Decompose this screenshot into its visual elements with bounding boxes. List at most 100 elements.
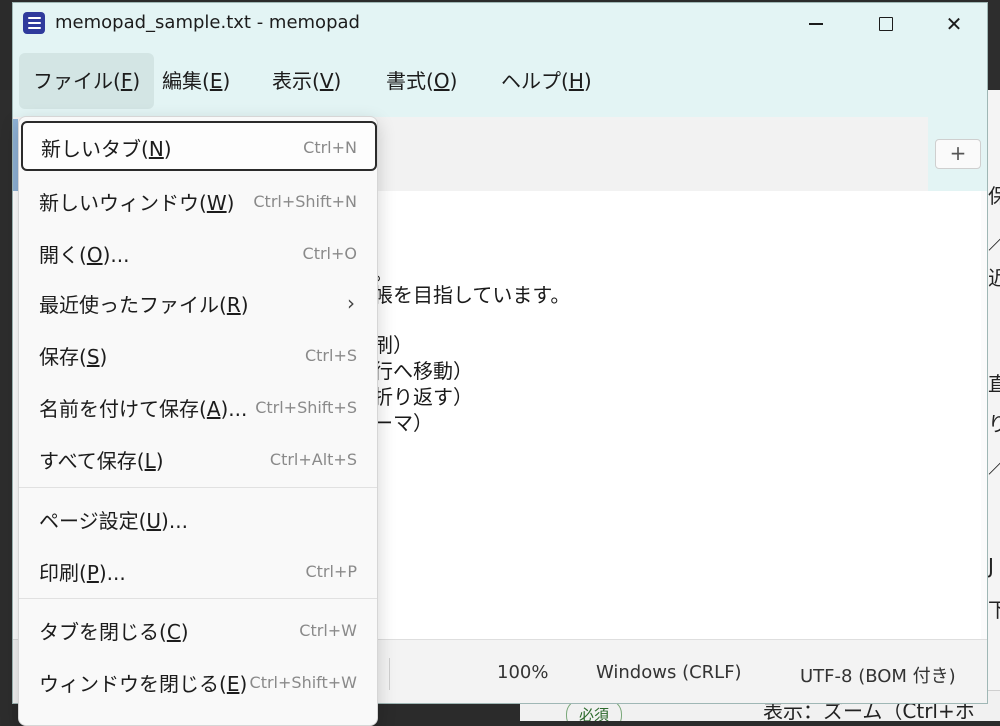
menu-item-shortcut: Ctrl+Shift+W bbox=[249, 673, 357, 692]
title-bar[interactable]: memopad_sample.txt - memopad ✕ bbox=[13, 3, 987, 45]
background-text: J bbox=[988, 554, 994, 578]
menu-separator bbox=[19, 487, 377, 488]
minimize-icon bbox=[809, 23, 823, 25]
menu-item-accesskey: N bbox=[148, 137, 164, 161]
status-zoom[interactable]: 100% bbox=[497, 662, 548, 683]
menu-item-page-setup[interactable]: ページ設定(U)... bbox=[19, 493, 377, 543]
status-line-ending[interactable]: Windows (CRLF) bbox=[596, 662, 742, 683]
menu-format[interactable]: 書式(O) bbox=[372, 53, 471, 109]
menu-separator bbox=[19, 598, 377, 599]
menu-item-accesskey: L bbox=[144, 449, 156, 473]
menu-item-accesskey: E bbox=[226, 672, 240, 696]
menu-item-text-tail: ) bbox=[180, 620, 189, 644]
menu-item-close-window[interactable]: ウィンドウを閉じる(E) Ctrl+Shift+W bbox=[19, 656, 377, 706]
plus-icon: + bbox=[949, 141, 967, 165]
menu-item-accesskey: C bbox=[166, 620, 181, 644]
menu-item-shortcut: Ctrl+N bbox=[303, 138, 357, 157]
menu-help-accesskey: H bbox=[568, 69, 584, 93]
menu-edit-accesskey: E bbox=[209, 69, 223, 93]
menu-item-save-as[interactable]: 名前を付けて保存(A)... Ctrl+Shift+S bbox=[19, 381, 377, 431]
vertical-scrollbar[interactable] bbox=[981, 191, 987, 639]
menu-format-accesskey: O bbox=[433, 69, 450, 93]
menu-item-text: ウィンドウを閉じる( bbox=[39, 672, 227, 696]
menu-item-text-tail: ) bbox=[226, 191, 235, 215]
status-separator bbox=[389, 658, 390, 690]
menu-item-recent-files[interactable]: 最近使ったファイル(R) › bbox=[19, 277, 377, 327]
menu-file-label: ファイル( bbox=[33, 69, 121, 93]
menu-format-label-tail: ) bbox=[449, 69, 458, 93]
new-tab-button[interactable]: + bbox=[935, 139, 981, 169]
menu-item-accesskey: R bbox=[226, 293, 241, 317]
menu-item-new-window[interactable]: 新しいウィンドウ(W) Ctrl+Shift+N bbox=[19, 175, 377, 225]
menu-item-text-tail: ) bbox=[239, 672, 248, 696]
minimize-button[interactable] bbox=[781, 3, 851, 45]
menu-item-text: 新しいタブ( bbox=[41, 137, 149, 161]
menu-item-shortcut: Ctrl+Alt+S bbox=[269, 450, 357, 469]
menu-item-text: 開く( bbox=[39, 243, 87, 267]
menu-item-label: 印刷(P)... bbox=[39, 557, 126, 586]
menu-item-label: 名前を付けて保存(A)... bbox=[39, 393, 247, 422]
menu-item-accesskey: P bbox=[86, 561, 99, 585]
menu-item-text-tail: )... bbox=[98, 561, 126, 585]
menu-item-label: ウィンドウを閉じる(E) bbox=[39, 668, 247, 697]
background-window-right: 保 ／ 近 直 り ／ J 下 bbox=[988, 0, 1000, 720]
menu-item-new-tab[interactable]: 新しいタブ(N) Ctrl+N bbox=[21, 121, 377, 171]
menu-item-accesskey: U bbox=[146, 509, 162, 533]
menu-item-save[interactable]: 保存(S) Ctrl+S bbox=[19, 329, 377, 379]
menu-item-accesskey: O bbox=[86, 243, 103, 267]
close-icon: ✕ bbox=[945, 12, 963, 36]
menu-item-label: 最近使ったファイル(R) bbox=[39, 289, 249, 318]
editor-text-line: ーマ） bbox=[373, 411, 433, 435]
maximize-icon bbox=[879, 17, 893, 31]
background-window-left bbox=[0, 90, 12, 720]
menu-item-label: すべて保存(L) bbox=[39, 445, 164, 474]
file-menu-dropdown: 新しいタブ(N) Ctrl+N 新しいウィンドウ(W) Ctrl+Shift+N… bbox=[18, 116, 378, 726]
menu-item-text-tail: )... bbox=[102, 243, 130, 267]
menu-item-text: 名前を付けて保存( bbox=[39, 397, 207, 421]
menu-item-shortcut: Ctrl+Shift+N bbox=[253, 192, 357, 211]
menu-view[interactable]: 表示(V) bbox=[258, 53, 355, 109]
maximize-button[interactable] bbox=[851, 3, 921, 45]
background-text: り bbox=[988, 412, 1000, 436]
editor-text-line: 刷） bbox=[373, 333, 413, 357]
menu-item-text: 印刷( bbox=[39, 561, 87, 585]
menu-item-text: ページ設定( bbox=[39, 509, 147, 533]
menu-help-label-tail: ) bbox=[583, 69, 592, 93]
menu-item-text: 新しいウィンドウ( bbox=[39, 191, 207, 215]
menu-edit[interactable]: 編集(E) bbox=[148, 53, 244, 109]
background-text: 下 bbox=[988, 598, 1000, 622]
menu-item-print[interactable]: 印刷(P)... Ctrl+P bbox=[19, 545, 377, 595]
menu-format-label: 書式( bbox=[386, 69, 434, 93]
menu-file-label-tail: ) bbox=[132, 69, 141, 93]
status-encoding[interactable]: UTF-8 (BOM 付き) bbox=[800, 662, 956, 688]
menu-item-shortcut: Ctrl+S bbox=[304, 346, 357, 365]
menu-item-shortcut: Ctrl+P bbox=[305, 562, 357, 581]
background-text: ／ bbox=[988, 450, 1000, 479]
window-title: memopad_sample.txt - memopad bbox=[55, 12, 360, 33]
notepad-icon bbox=[23, 12, 45, 34]
menu-help[interactable]: ヘルプ(H) bbox=[487, 53, 606, 109]
menu-item-accesskey: A bbox=[206, 397, 221, 421]
background-text: 保 bbox=[988, 184, 1000, 208]
menu-view-accesskey: V bbox=[319, 69, 334, 93]
menu-item-label: タブを閉じる(C) bbox=[39, 616, 189, 645]
menu-item-text-tail: ) bbox=[155, 449, 164, 473]
menu-view-label: 表示( bbox=[272, 69, 320, 93]
menu-item-close-tab[interactable]: タブを閉じる(C) Ctrl+W bbox=[19, 604, 377, 654]
menu-item-text-tail: ) bbox=[163, 137, 172, 161]
close-button[interactable]: ✕ bbox=[919, 3, 987, 45]
menu-item-text-tail: ) bbox=[240, 293, 249, 317]
menu-item-save-all[interactable]: すべて保存(L) Ctrl+Alt+S bbox=[19, 433, 377, 483]
menu-item-label: ページ設定(U)... bbox=[39, 505, 188, 534]
menu-item-shortcut: Ctrl+O bbox=[302, 244, 357, 263]
menu-item-accesskey: S bbox=[86, 345, 100, 369]
editor-text-line: 行へ移動） bbox=[373, 359, 473, 383]
editor-text-line: 折り返す） bbox=[373, 385, 473, 409]
menu-edit-label-tail: ) bbox=[222, 69, 231, 93]
menu-item-open[interactable]: 開く(O)... Ctrl+O bbox=[19, 227, 377, 277]
menu-item-text: すべて保存( bbox=[39, 449, 145, 473]
background-dark-strip bbox=[988, 0, 1000, 90]
menu-file[interactable]: ファイル(F) bbox=[19, 53, 155, 109]
menu-item-shortcut: Ctrl+W bbox=[299, 621, 357, 640]
menu-item-text-tail: ) bbox=[99, 345, 108, 369]
